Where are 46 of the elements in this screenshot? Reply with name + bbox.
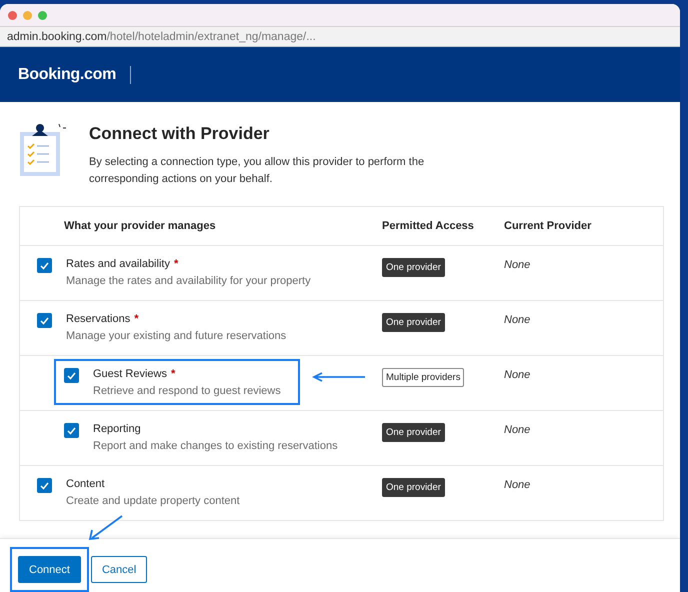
access-badge: One provider	[382, 258, 445, 277]
permission-title: Guest Reviews	[93, 367, 167, 381]
current-provider: None	[504, 424, 532, 436]
permission-title: Content	[66, 477, 105, 491]
access-badge: One provider	[382, 423, 445, 442]
permission-title: Rates and availability	[66, 257, 170, 271]
check-icon	[67, 426, 76, 434]
current-provider: None	[504, 479, 532, 491]
close-window-button[interactable]	[8, 10, 17, 20]
permission-description: Retrieve and respond to guest reviews	[93, 384, 281, 398]
checkbox[interactable]	[37, 478, 52, 493]
page-description: By selecting a connection type, you allow this provider to perform the corresponding actions on your behalf.	[89, 155, 426, 187]
check-icon	[40, 316, 49, 324]
current-provider: None	[504, 314, 532, 326]
logo[interactable]: Booking.com	[18, 66, 116, 84]
access-badge: One provider	[382, 313, 445, 332]
current-provider: None	[504, 369, 532, 381]
permission-description: Report and make changes to existing reservations	[93, 439, 338, 453]
permission-title: Reservations	[66, 312, 130, 326]
address-bar[interactable]: admin.booking.com/hotel/hoteladmin/extranet_ng/manage/...	[0, 27, 680, 47]
permission-description: Create and update property content	[66, 494, 240, 508]
checkbox[interactable]	[37, 258, 52, 273]
checkbox[interactable]	[37, 313, 52, 328]
checkbox[interactable]	[64, 368, 79, 383]
checkbox[interactable]	[64, 423, 79, 438]
required-mark: *	[174, 257, 178, 271]
column-header: What your provider manages	[64, 219, 217, 234]
current-provider: None	[504, 259, 532, 271]
pointer-arrow	[88, 515, 124, 541]
required-mark: *	[134, 312, 138, 326]
page-title: Connect with Provider	[89, 124, 270, 144]
access-badge: One provider	[382, 478, 445, 497]
access-badge: Multiple providers	[382, 368, 464, 387]
cancel-button[interactable]: Cancel	[90, 556, 148, 583]
connect-button[interactable]: Connect	[18, 556, 81, 583]
clipboard-icon	[19, 122, 67, 178]
permission-title: Reporting	[93, 422, 141, 436]
check-icon	[67, 372, 76, 380]
required-mark: *	[170, 367, 176, 381]
permission-description: Manage the rates and availability for your property	[66, 274, 311, 288]
column-header: Current Provider	[504, 219, 592, 234]
column-header: Permitted Access	[382, 219, 475, 234]
pointer-arrow	[312, 372, 366, 382]
check-icon	[40, 482, 49, 490]
check-icon	[40, 262, 49, 270]
permission-description: Manage your existing and future reservations	[66, 329, 286, 343]
